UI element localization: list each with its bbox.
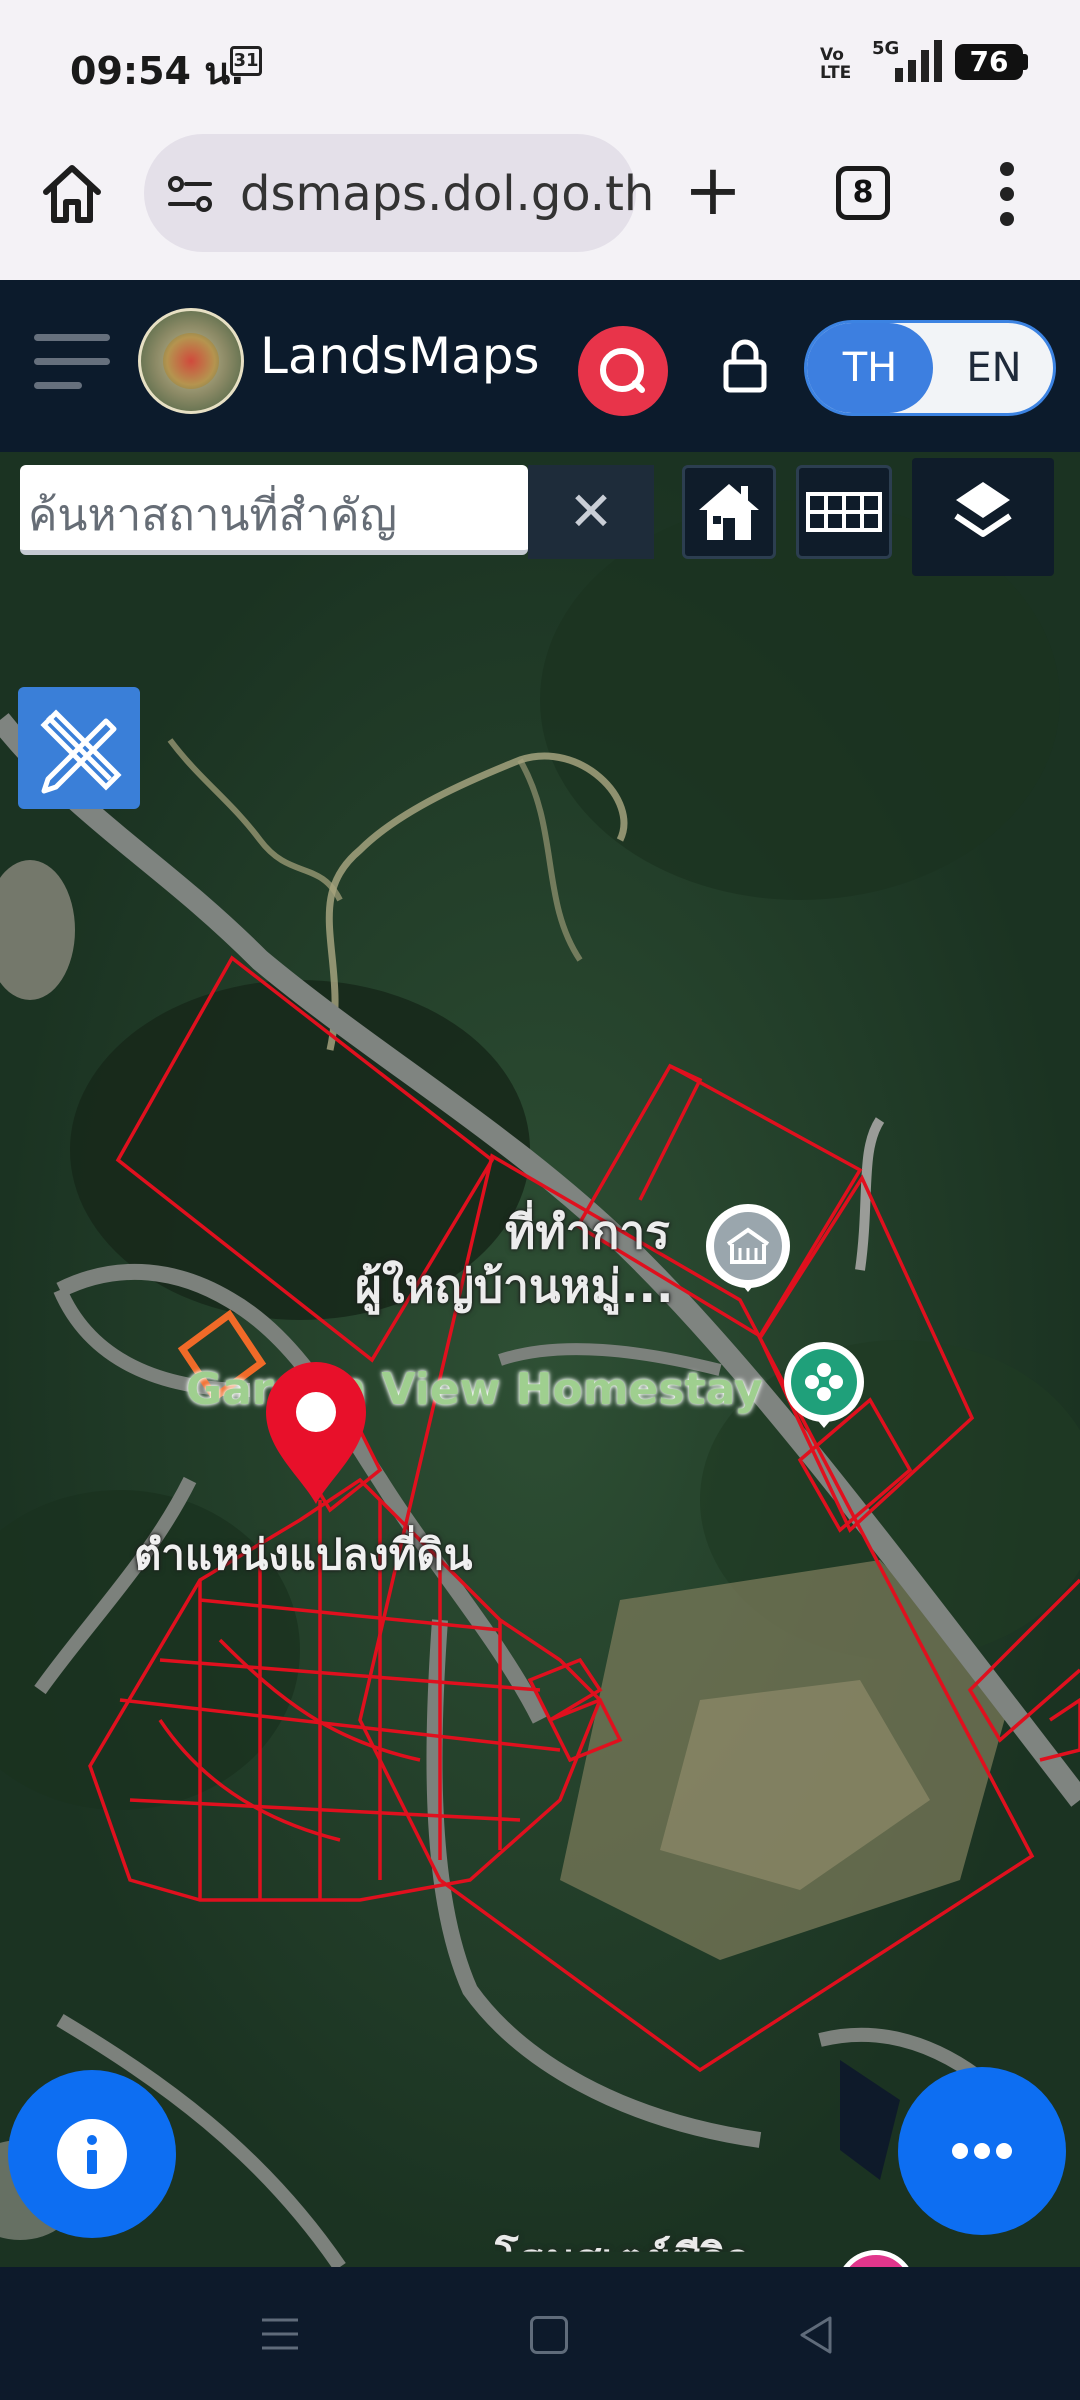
government-office-poi-icon[interactable] [700, 1200, 796, 1296]
layers-icon [954, 482, 1012, 537]
map-home-button[interactable] [682, 465, 776, 559]
more-options-button[interactable] [898, 2067, 1066, 2235]
battery-tip [1023, 54, 1028, 70]
map-view[interactable] [0, 452, 1080, 2267]
url-text: dsmaps.dol.go.th [240, 166, 655, 222]
volte-indicator: Vo LTE [820, 45, 852, 83]
more-dots-icon [952, 2143, 1012, 2159]
satellite-map [0, 452, 1080, 2267]
signal-icon [895, 40, 942, 82]
map-layers-button[interactable] [912, 458, 1054, 576]
house-icon [699, 484, 759, 540]
tab-switcher-button[interactable]: 8 [836, 166, 890, 220]
info-icon [57, 2119, 127, 2189]
lock-icon[interactable] [720, 336, 770, 396]
map-label-parcel-position: ตำแหน่งแปลงที่ดิน [134, 1530, 473, 1579]
lang-th-button[interactable]: TH [807, 323, 933, 413]
map-label-office-sub: ผู้ใหญ่บ้านหมู่... [355, 1259, 674, 1313]
system-home-icon[interactable] [530, 2316, 568, 2354]
status-time: 09:54 น. [70, 49, 245, 93]
grid-icon [806, 492, 882, 532]
browser-menu-button[interactable] [990, 162, 1026, 226]
logo-emblem [163, 333, 219, 389]
draw-measure-button[interactable] [18, 687, 140, 809]
site-settings-icon[interactable] [166, 170, 214, 218]
hamburger-menu-icon[interactable] [34, 332, 110, 392]
map-grid-button[interactable] [796, 465, 892, 559]
browser-home-icon[interactable] [36, 158, 108, 230]
back-icon[interactable] [796, 2314, 836, 2356]
recent-apps-icon[interactable] [260, 2316, 300, 2352]
lang-en-button[interactable]: EN [934, 323, 1054, 413]
homestay-poi-icon[interactable] [778, 1338, 870, 1430]
ruler-pencil-icon [40, 709, 122, 794]
battery-icon: 76 [955, 44, 1023, 80]
search-icon [600, 348, 645, 393]
new-tab-button[interactable]: + [680, 155, 746, 225]
calendar-icon: 31 [230, 46, 262, 76]
parcel-location-pin-icon[interactable] [262, 1358, 370, 1506]
app-brand-name: LandsMaps [260, 327, 540, 385]
place-search-placeholder: ค้นหาสถานที่สำคัญ [28, 490, 397, 541]
info-button[interactable] [8, 2070, 176, 2238]
search-button[interactable] [578, 326, 668, 416]
close-icon: ✕ [568, 480, 614, 543]
